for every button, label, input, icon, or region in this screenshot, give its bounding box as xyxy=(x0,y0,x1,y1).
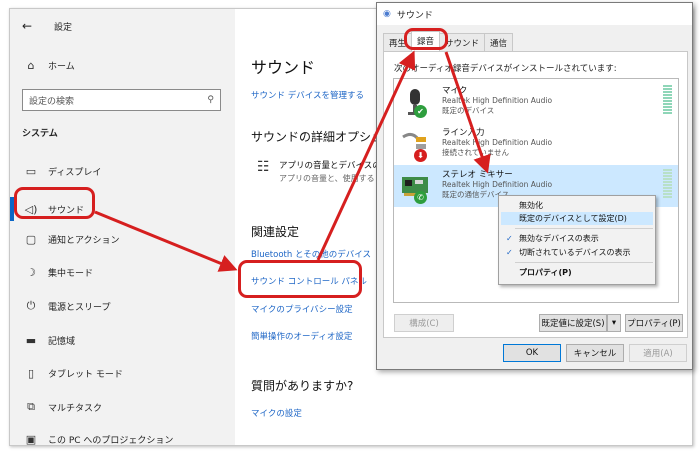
arrow-recording-tab-to-stereo-mixer xyxy=(444,51,491,174)
annotation-arrows xyxy=(94,50,491,272)
arrow-sound-to-control-panel xyxy=(94,210,238,272)
arrow-control-panel-to-recording-tab xyxy=(316,50,416,261)
